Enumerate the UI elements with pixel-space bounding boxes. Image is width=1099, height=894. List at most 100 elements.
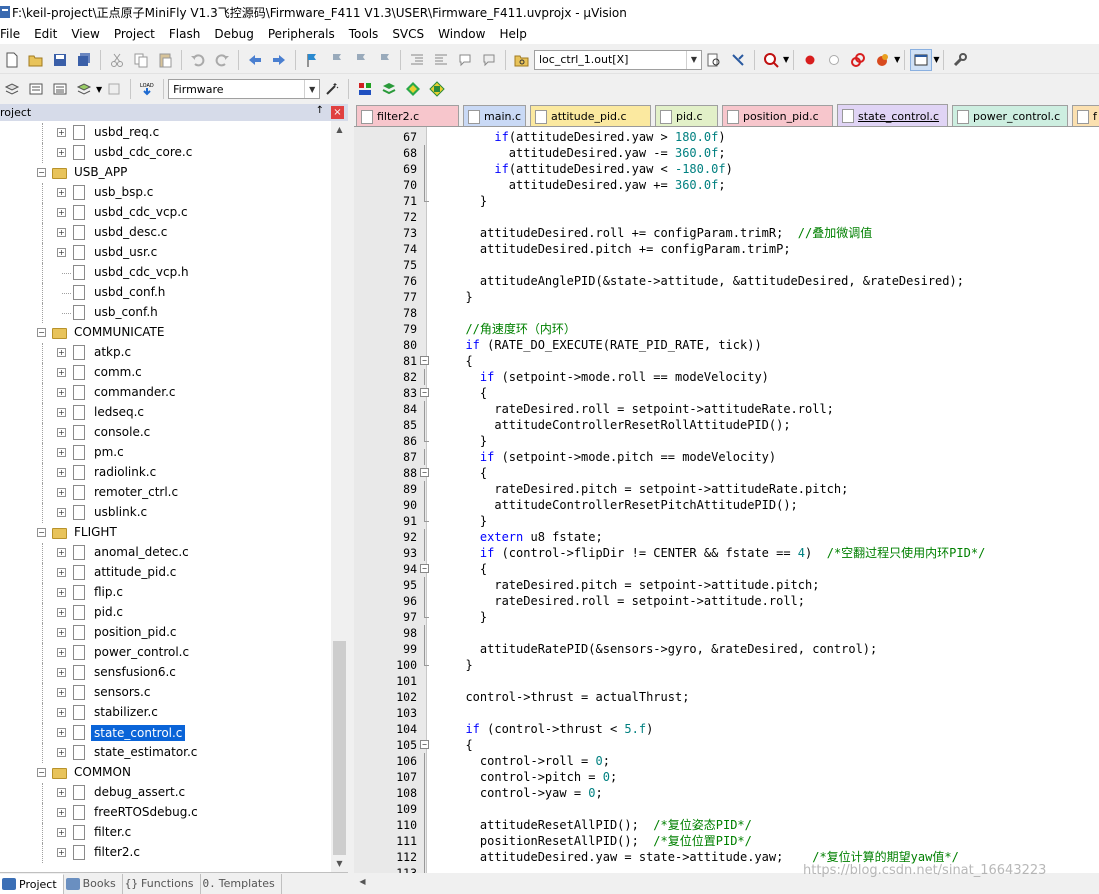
code-line[interactable]: 96 rateDesired.roll = setpoint->attitude… (354, 593, 1099, 609)
code-line[interactable]: 97 } (354, 609, 1099, 625)
expand-toggle-icon[interactable]: + (57, 188, 66, 197)
rebuild-button[interactable] (49, 78, 71, 100)
menu-help[interactable]: Help (492, 27, 533, 41)
editor-tab[interactable]: power_control.c (952, 105, 1068, 126)
scroll-left-arrow-icon[interactable]: ◀ (354, 873, 371, 890)
expand-toggle-icon[interactable]: + (57, 728, 66, 737)
expand-toggle-icon[interactable]: + (57, 668, 66, 677)
debug-session-button[interactable] (760, 49, 782, 71)
code-line[interactable]: 107 control->pitch = 0; (354, 769, 1099, 785)
scrollbar-thumb[interactable] (333, 641, 346, 855)
menu-project[interactable]: Project (107, 27, 162, 41)
nav-back-button[interactable] (244, 49, 266, 71)
expand-toggle-icon[interactable]: + (57, 848, 66, 857)
code-line[interactable]: 79 //角速度环（内环） (354, 321, 1099, 337)
expand-toggle-icon[interactable]: + (57, 648, 66, 657)
tree-file[interactable]: + state_control.c (0, 723, 331, 743)
editor-tab[interactable]: main.c (463, 105, 526, 126)
disable-breakpoints-button[interactable] (847, 49, 869, 71)
editor-tab[interactable]: position_pid.c (722, 105, 833, 126)
unindent-button[interactable] (430, 49, 452, 71)
tree-file[interactable]: + usblink.c (0, 503, 331, 523)
code-line[interactable]: 108 control->yaw = 0; (354, 785, 1099, 801)
cut-button[interactable] (106, 49, 128, 71)
code-line[interactable]: 111 positionResetAllPID(); /*复位位置PID*/ (354, 833, 1099, 849)
code-line[interactable]: 92 extern u8 fstate; (354, 529, 1099, 545)
open-file-button[interactable] (25, 49, 47, 71)
code-line[interactable]: 90 attitudeControllerResetPitchAttitudeP… (354, 497, 1099, 513)
find-in-files-button[interactable] (511, 49, 533, 71)
code-line[interactable]: 72 (354, 209, 1099, 225)
manage-project-items-button[interactable] (354, 78, 376, 100)
code-line[interactable]: 105− { (354, 737, 1099, 753)
tab-project[interactable]: Project (0, 873, 64, 894)
tree-file[interactable]: + pm.c (0, 443, 331, 463)
download-button[interactable]: LOAD (136, 78, 158, 100)
tree-folder[interactable]: − COMMUNICATE (0, 323, 331, 343)
pin-icon[interactable]: ↑ (316, 105, 324, 116)
tree-file[interactable]: + flip.c (0, 583, 331, 603)
expand-toggle-icon[interactable]: + (57, 348, 66, 357)
tree-file[interactable]: + console.c (0, 423, 331, 443)
tree-file[interactable]: + sensfusion6.c (0, 663, 331, 683)
code-line[interactable]: 76 attitudeAnglePID(&state->attitude, &a… (354, 273, 1099, 289)
save-button[interactable] (49, 49, 71, 71)
expand-toggle-icon[interactable]: + (57, 588, 66, 597)
expand-toggle-icon[interactable]: + (57, 688, 66, 697)
code-line[interactable]: 93 if (control->flipDir != CENTER && fst… (354, 545, 1099, 561)
configure-button[interactable] (949, 49, 971, 71)
code-line[interactable]: 81− { (354, 353, 1099, 369)
chevron-down-icon[interactable]: ▼ (783, 55, 789, 64)
collapse-toggle-icon[interactable]: − (37, 328, 46, 337)
tree-file[interactable]: + usbd_cdc_core.c (0, 143, 331, 163)
chevron-down-icon[interactable]: ▼ (894, 55, 900, 64)
editor-tab[interactable]: pid.c (655, 105, 718, 126)
expand-toggle-icon[interactable]: + (57, 148, 66, 157)
menu-tools[interactable]: Tools (342, 27, 386, 41)
undo-button[interactable] (187, 49, 209, 71)
code-line[interactable]: 74 attitudeDesired.pitch += configParam.… (354, 241, 1099, 257)
code-line[interactable]: 91 } (354, 513, 1099, 529)
editor-tab[interactable]: filter2.c (356, 105, 459, 126)
tree-file[interactable]: + position_pid.c (0, 623, 331, 643)
menu-svcs[interactable]: SVCS (385, 27, 431, 41)
manage-rte-button[interactable] (402, 78, 424, 100)
redo-button[interactable] (211, 49, 233, 71)
code-line[interactable]: 95 rateDesired.pitch = setpoint->attitud… (354, 577, 1099, 593)
tree-file[interactable]: + commander.c (0, 383, 331, 403)
code-line[interactable]: 94− { (354, 561, 1099, 577)
code-line[interactable]: 102 control->thrust = actualThrust; (354, 689, 1099, 705)
expand-toggle-icon[interactable]: + (57, 128, 66, 137)
expand-toggle-icon[interactable]: + (57, 748, 66, 757)
chevron-down-icon[interactable]: ▼ (96, 85, 102, 94)
code-line[interactable]: 104 if (control->thrust < 5.f) (354, 721, 1099, 737)
fold-toggle-icon[interactable]: − (420, 740, 429, 749)
code-line[interactable]: 78 (354, 305, 1099, 321)
code-line[interactable]: 71 } (354, 193, 1099, 209)
expand-toggle-icon[interactable]: + (57, 208, 66, 217)
expand-toggle-icon[interactable]: + (57, 708, 66, 717)
uncomment-button[interactable] (478, 49, 500, 71)
tree-file[interactable]: + attitude_pid.c (0, 563, 331, 583)
target-options-button[interactable] (321, 78, 343, 100)
tree-file[interactable]: + remoter_ctrl.c (0, 483, 331, 503)
code-line[interactable]: 70 attitudeDesired.yaw += 360.0f; (354, 177, 1099, 193)
code-editor[interactable]: 67 if(attitudeDesired.yaw > 180.0f) 68 at… (354, 127, 1099, 873)
copy-button[interactable] (130, 49, 152, 71)
target-combo[interactable]: Firmware ▼ (168, 79, 321, 99)
collapse-toggle-icon[interactable]: − (37, 768, 46, 777)
code-line[interactable]: 77 } (354, 289, 1099, 305)
expand-toggle-icon[interactable]: + (57, 388, 66, 397)
tree-folder[interactable]: − USB_APP (0, 163, 331, 183)
code-line[interactable]: 80 if (RATE_DO_EXECUTE(RATE_PID_RATE, ti… (354, 337, 1099, 353)
stop-build-button[interactable] (103, 78, 125, 100)
code-line[interactable]: 103 (354, 705, 1099, 721)
expand-toggle-icon[interactable]: + (57, 428, 66, 437)
select-packs-button[interactable] (378, 78, 400, 100)
code-line[interactable]: 87 if (setpoint->mode.pitch == modeVeloc… (354, 449, 1099, 465)
tree-file[interactable]: + power_control.c (0, 643, 331, 663)
scroll-up-arrow-icon[interactable]: ▲ (331, 121, 348, 138)
tree-file[interactable]: usbd_conf.h (0, 283, 331, 303)
scroll-down-arrow-icon[interactable]: ▼ (331, 855, 348, 872)
tab-functions[interactable]: {} Functions (123, 873, 201, 894)
